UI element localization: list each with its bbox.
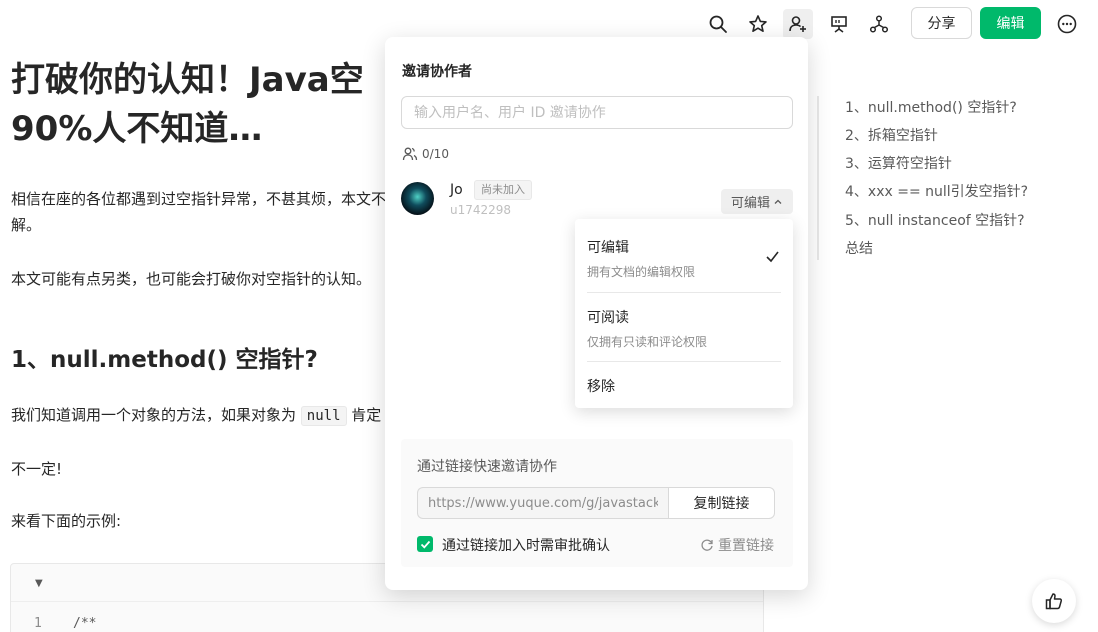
reset-link-button[interactable]: 重置链接 — [700, 535, 774, 555]
menu-item-desc: 拥有文档的编辑权限 — [587, 265, 696, 279]
link-section-title: 通过链接快速邀请协作 — [417, 459, 557, 475]
like-button[interactable] — [1032, 579, 1076, 623]
share-button[interactable]: 分享 — [911, 7, 972, 39]
member-name: Jo — [450, 182, 463, 198]
avatar — [401, 182, 434, 215]
section-heading-1: 1、null.method() 空指针? — [11, 347, 318, 373]
code-line-number: 1 — [34, 616, 42, 631]
inline-code: null — [300, 406, 347, 426]
menu-item-desc: 仅拥有只读和评论权限 — [587, 335, 708, 349]
paragraph-4: 不一定! — [11, 460, 63, 478]
search-icon[interactable] — [703, 9, 733, 39]
present-icon[interactable] — [824, 9, 854, 39]
paragraph-3: 我们知道调用一个对象的方法，如果对象为 null 肯定 — [11, 402, 381, 429]
star-icon[interactable] — [743, 9, 773, 39]
menu-item-title: 移除 — [587, 379, 615, 395]
member-user-id: u1742298 — [450, 203, 512, 217]
refresh-icon — [701, 539, 713, 551]
menu-item-can-edit[interactable]: 可编辑 拥有文档的编辑权限 — [587, 237, 695, 280]
code-line-text: /** — [73, 616, 97, 631]
paragraph-5: 来看下面的示例: — [11, 512, 122, 530]
menu-item-title: 可阅读 — [587, 310, 629, 326]
member-count-text: 0/10 — [422, 147, 449, 161]
intro-line-1: 相信在座的各位都遇到过空指针异常，不甚其烦，本文不 — [11, 190, 387, 208]
reset-link-label: 重置链接 — [718, 538, 774, 554]
graph-icon[interactable] — [864, 9, 894, 39]
more-icon[interactable] — [1052, 9, 1082, 39]
menu-item-can-read[interactable]: 可阅读 仅拥有只读和评论权限 — [587, 307, 707, 350]
toc-item[interactable]: 4、xxx == null引发空指针? — [845, 181, 1028, 201]
approval-label: 通过链接加入时需审批确认 — [442, 538, 610, 554]
chevron-up-icon — [774, 199, 782, 204]
selected-check-icon — [766, 251, 779, 263]
copy-link-button[interactable]: 复制链接 — [668, 487, 775, 519]
add-collaborator-icon[interactable] — [783, 9, 813, 39]
link-invite-section: 通过链接快速邀请协作 复制链接 通过链接加入时需审批确认 重置链接 — [401, 439, 793, 567]
permission-select[interactable]: 可编辑 — [721, 189, 793, 214]
permission-select-label: 可编辑 — [730, 196, 770, 211]
paragraph-3-prefix: 我们知道调用一个对象的方法，如果对象为 — [11, 406, 297, 424]
toc-item[interactable]: 总结 — [845, 238, 873, 258]
paragraph-3-suffix: 肯定 — [351, 406, 382, 424]
toc-item[interactable]: 2、拆箱空指针 — [845, 125, 938, 145]
member-count: 0/10 — [402, 146, 449, 162]
paragraph-2: 本文可能有点另类，也可能会打破你对空指针的认知。 — [11, 270, 372, 288]
invite-search-input[interactable] — [401, 96, 793, 129]
intro-line-2: 解。 — [11, 216, 42, 234]
toc-rail — [817, 96, 819, 260]
pending-badge: 尚未加入 — [474, 180, 532, 200]
approval-checkbox[interactable] — [417, 536, 433, 552]
collapse-caret-icon[interactable]: ▼ — [35, 578, 43, 589]
toc-item[interactable]: 3、运算符空指针 — [845, 153, 952, 173]
invite-link-field[interactable] — [417, 487, 668, 519]
menu-item-title: 可编辑 — [587, 240, 629, 256]
permission-menu: 可编辑 拥有文档的编辑权限 可阅读 仅拥有只读和评论权限 移除 — [575, 219, 793, 408]
menu-divider — [587, 361, 781, 362]
checkmark-icon — [420, 540, 430, 549]
panel-title: 邀请协作者 — [402, 64, 472, 80]
toc-item[interactable]: 5、null instanceof 空指针? — [845, 210, 1025, 230]
toc-item[interactable]: 1、null.method() 空指针? — [845, 97, 1017, 117]
menu-divider — [587, 292, 781, 293]
edit-button[interactable]: 编辑 — [980, 7, 1041, 39]
menu-item-remove[interactable]: 移除 — [587, 376, 615, 396]
thumbs-up-icon — [1045, 593, 1063, 610]
members-icon — [402, 147, 418, 161]
